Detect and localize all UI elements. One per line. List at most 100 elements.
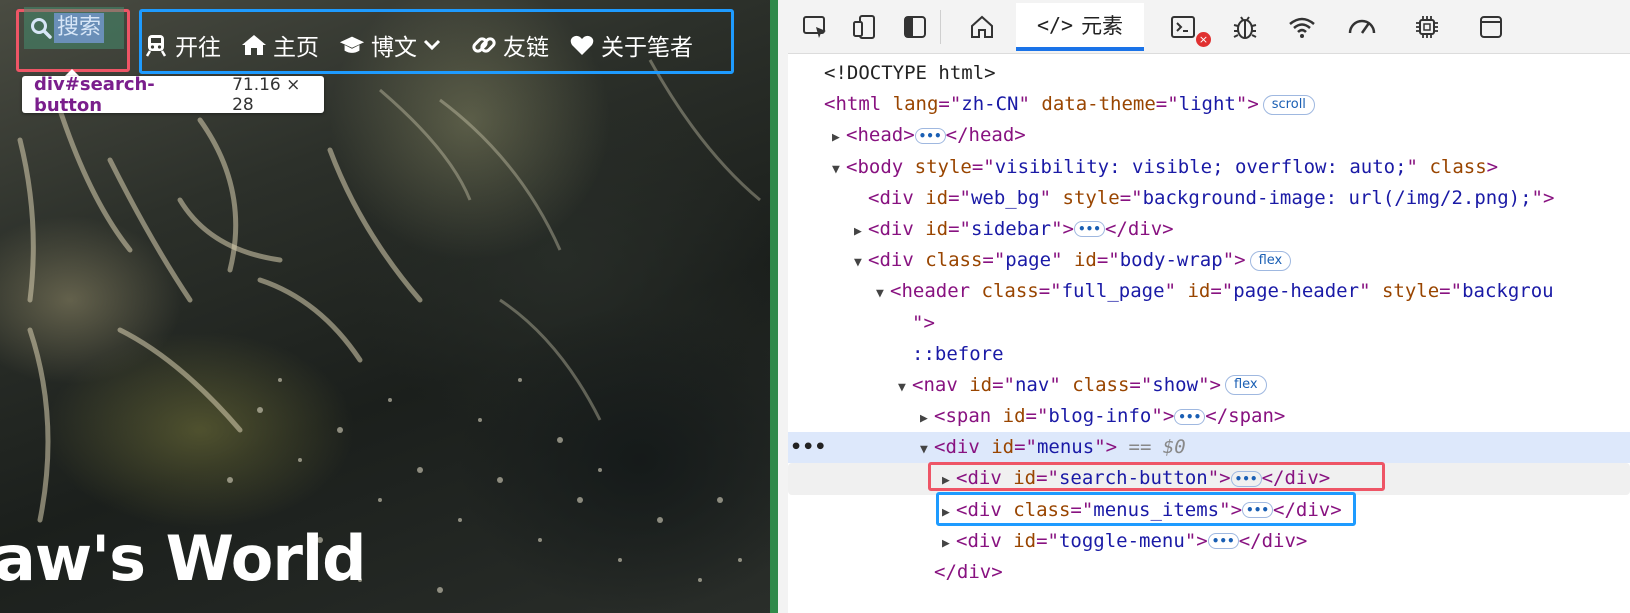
dock-icon[interactable] bbox=[898, 10, 932, 44]
menu-label: 博文 bbox=[371, 35, 417, 61]
code-token-attr: id bbox=[1187, 280, 1211, 303]
tab-elements[interactable]: </> 元素 bbox=[1016, 3, 1144, 51]
collapsed-triangle-icon[interactable]: ▶ bbox=[854, 216, 868, 247]
selected-node-marker: == $0 bbox=[1117, 436, 1186, 459]
expand-ellipsis-button[interactable]: ••• bbox=[1207, 533, 1239, 550]
collapsed-triangle-icon[interactable]: ▶ bbox=[832, 122, 846, 153]
collapsed-triangle-icon[interactable]: ▶ bbox=[942, 528, 956, 559]
screenshot: aw's World 搜索 开往 主页 博文 友链 关于笔者 div#searc… bbox=[0, 0, 1630, 613]
dom-node-row[interactable]: ▶ <span id="blog-info"> ••• </span> bbox=[788, 401, 1630, 432]
devtools-panel: </> 元素 × <!DOCTYPE html> <html lang="zh-… bbox=[788, 0, 1630, 613]
code-token-tag: "> bbox=[1094, 436, 1118, 459]
code-token-tag: =" bbox=[1014, 436, 1037, 459]
code-token-val: web_bg bbox=[970, 186, 1040, 209]
dom-node-row[interactable]: ▶ <div id="sidebar"> ••• </div> bbox=[788, 214, 1630, 245]
inspect-icon[interactable] bbox=[798, 10, 832, 44]
dom-node-row[interactable]: ••• ▼ <div id="menus"> == $0 bbox=[788, 432, 1630, 465]
code-token-tag: "> bbox=[912, 311, 935, 334]
expanded-triangle-icon[interactable]: ▼ bbox=[876, 278, 890, 309]
train-icon bbox=[143, 32, 169, 58]
dom-node-row[interactable]: ▼ <nav id="nav" class="show"> flex bbox=[788, 370, 1630, 401]
code-token-tag: =" bbox=[992, 373, 1015, 396]
dom-node-row[interactable]: ▼ <header class="full_page" id="page-head… bbox=[788, 276, 1630, 307]
console-icon[interactable] bbox=[1166, 10, 1200, 44]
network-icon[interactable] bbox=[1285, 10, 1319, 44]
code-token-tag: "> bbox=[1198, 373, 1221, 396]
inspect-tooltip: div#search-button 71.16 × 28 bbox=[22, 74, 324, 116]
panel-splitter[interactable] bbox=[778, 0, 788, 613]
code-token-attr: id bbox=[925, 186, 949, 209]
code-token-tag: <body bbox=[846, 155, 915, 178]
toolbar-separator bbox=[940, 10, 941, 44]
layout-badge[interactable]: flex bbox=[1224, 375, 1267, 396]
collapsed-triangle-icon[interactable]: ▶ bbox=[920, 403, 934, 434]
code-token-attr: class bbox=[1429, 155, 1487, 178]
code-token-val: nav bbox=[1014, 373, 1050, 396]
code-token-attr: class bbox=[981, 280, 1039, 303]
expanded-triangle-icon[interactable]: ▼ bbox=[920, 434, 934, 465]
menu-item-friends[interactable]: 友链 bbox=[471, 28, 549, 62]
dom-node-row[interactable]: ::before bbox=[788, 339, 1630, 370]
code-token-plain: <!DOCTYPE html> bbox=[824, 62, 996, 84]
code-token-val: body-wrap bbox=[1119, 249, 1223, 272]
code-token-tag: "> bbox=[1222, 249, 1246, 272]
more-options-icon[interactable]: ••• bbox=[790, 432, 826, 463]
code-token-tag: <header bbox=[890, 280, 982, 303]
code-token-tag: =" bbox=[948, 217, 971, 240]
dom-node-row[interactable]: </div> bbox=[788, 557, 1630, 588]
graduation-cap-icon bbox=[339, 32, 365, 58]
menu-item-about[interactable]: 关于笔者 bbox=[569, 28, 693, 62]
code-token-attr: id bbox=[991, 436, 1015, 459]
code-token-tag: <html bbox=[824, 93, 893, 116]
dom-node-row[interactable]: ▼ <body style="visibility: visible; overf… bbox=[788, 152, 1630, 183]
expanded-triangle-icon[interactable]: ▼ bbox=[898, 372, 912, 403]
layout-badge[interactable]: flex bbox=[1249, 250, 1292, 271]
memory-icon[interactable] bbox=[1410, 10, 1444, 44]
code-token-tag: =" bbox=[1096, 249, 1120, 272]
menu-label: 关于笔者 bbox=[601, 35, 693, 61]
code-token-tag: =" bbox=[1038, 280, 1062, 303]
search-button-row-highlight bbox=[928, 462, 1385, 491]
code-token-val: full_page bbox=[1061, 280, 1165, 303]
dom-node-row[interactable]: ▶ <head> ••• </head> bbox=[788, 120, 1630, 151]
menu-label: 友链 bbox=[503, 35, 549, 61]
expand-ellipsis-button[interactable]: ••• bbox=[1174, 408, 1206, 425]
expand-ellipsis-button[interactable]: ••• bbox=[914, 127, 946, 144]
heart-icon bbox=[569, 32, 595, 58]
dom-node-row[interactable]: <html lang="zh-CN" data-theme="light"> sc… bbox=[788, 89, 1630, 120]
code-token-tag: </span> bbox=[1205, 405, 1286, 428]
code-token-tag: <div bbox=[868, 217, 926, 240]
chevron-down-icon bbox=[419, 32, 445, 58]
menu-label: 主页 bbox=[273, 35, 319, 61]
search-button[interactable]: 搜索 bbox=[24, 7, 124, 49]
code-token-val: show bbox=[1152, 373, 1199, 396]
performance-icon[interactable] bbox=[1345, 10, 1379, 44]
code-token-tag: =" bbox=[1036, 529, 1059, 552]
layout-badge[interactable]: scroll bbox=[1262, 94, 1315, 115]
devtools-toolbar: </> 元素 × bbox=[788, 0, 1630, 54]
code-token-val: zh-CN bbox=[961, 93, 1019, 116]
expanded-triangle-icon[interactable]: ▼ bbox=[854, 247, 868, 278]
dom-node-row[interactable]: ▼ <div class="page" id="body-wrap"> flex bbox=[788, 245, 1630, 276]
device-icon[interactable] bbox=[848, 10, 882, 44]
menu-item-kaiwang[interactable]: 开往 bbox=[143, 28, 221, 62]
site-title: aw's World bbox=[0, 522, 367, 595]
code-token-tag: "> bbox=[1184, 529, 1208, 552]
code-icon: </> bbox=[1036, 13, 1074, 37]
menus-items-row-highlight bbox=[936, 492, 1356, 526]
bug-icon[interactable] bbox=[1228, 10, 1262, 44]
menu-item-home[interactable]: 主页 bbox=[241, 28, 319, 62]
code-token-tag: =" bbox=[1210, 280, 1234, 303]
menu-item-posts[interactable]: 博文 bbox=[339, 28, 451, 62]
dom-node-row[interactable]: <!DOCTYPE html> bbox=[788, 58, 1630, 89]
expanded-triangle-icon[interactable]: ▼ bbox=[832, 154, 846, 185]
code-token-val: blog-info bbox=[1048, 405, 1152, 428]
welcome-home-icon[interactable] bbox=[965, 10, 999, 44]
code-token-attr: lang bbox=[892, 93, 939, 116]
dom-node-row[interactable]: <div id="web_bg" style="background-image… bbox=[788, 183, 1630, 214]
tab-elements-label: 元素 bbox=[1081, 14, 1124, 38]
dom-node-row[interactable]: ▶ <div id="toggle-menu"> ••• </div> bbox=[788, 526, 1630, 557]
expand-ellipsis-button[interactable]: ••• bbox=[1073, 221, 1105, 238]
application-icon[interactable] bbox=[1474, 10, 1508, 44]
dom-node-row[interactable]: "> bbox=[788, 308, 1630, 339]
